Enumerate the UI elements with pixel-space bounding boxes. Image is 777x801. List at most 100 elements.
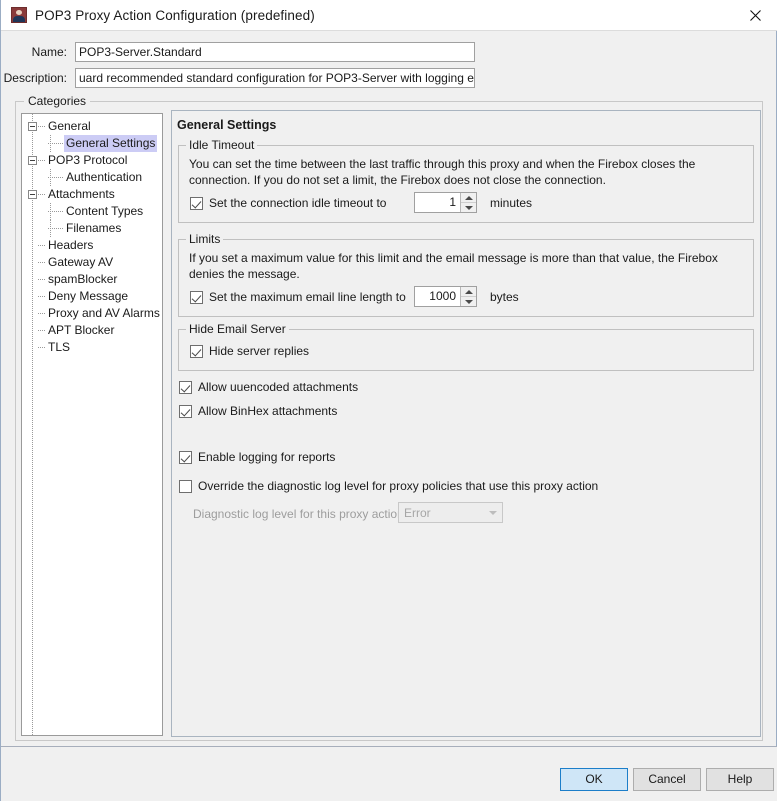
idle-timeout-legend: Idle Timeout [186,138,258,152]
enable-logging-checkbox[interactable]: Enable logging for reports [179,450,335,464]
page-title: General Settings [177,118,277,132]
allow-binhex-checkbox[interactable]: Allow BinHex attachments [179,404,337,418]
checkbox-indicator [190,196,203,210]
close-icon[interactable] [733,0,777,30]
window-title: POP3 Proxy Action Configuration (predefi… [35,7,315,23]
description-label: Description: [3,71,67,85]
limits-checkbox[interactable]: Set the maximum email line length to [190,290,406,304]
tree-item-label: spamBlocker [48,272,118,286]
cancel-button[interactable]: Cancel [633,768,701,791]
categories-tree[interactable]: General General Settings POP3 Protocol Auth… [21,113,163,736]
tree-item-general-settings[interactable]: General Settings [22,135,162,152]
tree-connector-line [48,177,63,178]
tree-item-attachments[interactable]: Attachments [22,186,162,203]
hide-email-server-legend: Hide Email Server [186,322,289,336]
tree-connector-line [38,262,45,263]
tree-item-pop3-protocol[interactable]: POP3 Protocol [22,152,162,169]
diagnostic-log-level-select: Error [398,502,503,523]
limits-group: Limits If you set a maximum value for th… [178,232,754,317]
tree-expander-icon[interactable] [28,190,37,199]
name-input[interactable]: POP3-Server.Standard [75,42,475,62]
checkbox-indicator [179,404,192,418]
ok-button[interactable]: OK [560,768,628,791]
tree-item-proxy-and-av-alarms[interactable]: Proxy and AV Alarms [22,305,162,322]
tree-connector-line [38,126,45,127]
tree-connector-line [38,160,45,161]
tree-item-label: Headers [48,238,94,252]
checkbox-indicator [179,380,192,394]
tree-connector-line [38,330,45,331]
tree-item-apt-blocker[interactable]: APT Blocker [22,322,162,339]
spinner-down-icon[interactable] [461,203,476,212]
chevron-down-icon [484,511,502,515]
tree-connector-line [48,211,63,212]
limits-value[interactable]: 1000 [415,287,460,306]
spinner-buttons [460,287,476,306]
limits-spinner[interactable]: 1000 [414,286,477,307]
description-row: Description: uard recommended standard c… [1,68,475,88]
override-diagnostic-checkbox[interactable]: Override the diagnostic log level for pr… [179,479,598,493]
checkbox-indicator [190,344,203,358]
tree-item-general[interactable]: General [22,118,162,135]
diagnostic-log-level-value: Error [404,505,431,520]
tree-connector-line [48,228,63,229]
tree-item-label: Deny Message [48,289,129,303]
spinner-up-icon[interactable] [461,287,476,297]
idle-timeout-checkbox[interactable]: Set the connection idle timeout to [190,196,386,210]
tree-item-label: Proxy and AV Alarms [48,306,160,320]
enable-logging-label: Enable logging for reports [198,450,336,464]
hide-email-server-group: Hide Email Server Hide server replies [178,322,754,371]
tree-item-label: Gateway AV [48,255,114,269]
tree-connector-line [48,143,63,144]
tree-expander-icon[interactable] [28,122,37,131]
allow-uuencoded-checkbox[interactable]: Allow uuencoded attachments [179,380,358,394]
tree-item-label: POP3 Protocol [48,153,128,167]
tree-connector-line [38,347,45,348]
idle-timeout-unit: minutes [490,196,533,210]
spinner-down-icon[interactable] [461,297,476,306]
limits-unit: bytes [490,290,519,304]
limits-description: If you set a maximum value for this limi… [189,251,718,281]
tree-item-authentication[interactable]: Authentication [22,169,162,186]
tree-item-tls[interactable]: TLS [22,339,162,356]
hide-server-replies-checkbox[interactable]: Hide server replies [190,344,309,358]
tree-connector-line [38,194,45,195]
limits-checkbox-label: Set the maximum email line length to [209,290,406,304]
idle-timeout-description: You can set the time between the last tr… [189,157,696,187]
idle-timeout-spinner[interactable]: 1 [414,192,477,213]
tree-item-label: General [48,119,91,133]
tree-item-deny-message[interactable]: Deny Message [22,288,162,305]
proxy-action-icon [11,7,27,23]
spinner-buttons [460,193,476,212]
description-input[interactable]: uard recommended standard configuration … [75,68,475,88]
footer-bar: OK Cancel Help [1,747,777,801]
name-row: Name: POP3-Server.Standard [1,42,475,62]
tree-item-spamblocker[interactable]: spamBlocker [22,271,162,288]
tree-node-list: General General Settings POP3 Protocol Auth… [22,118,162,356]
tree-connector-line [38,245,45,246]
tree-connector-line [38,296,45,297]
title-bar: POP3 Proxy Action Configuration (predefi… [1,0,777,31]
tree-item-label: General Settings [64,135,158,152]
spinner-up-icon[interactable] [461,193,476,203]
override-diagnostic-label: Override the diagnostic log level for pr… [198,479,599,493]
checkbox-indicator [190,290,203,304]
tree-item-headers[interactable]: Headers [22,237,162,254]
checkbox-indicator [179,450,192,464]
tree-expander-icon[interactable] [28,156,37,165]
tree-item-filenames[interactable]: Filenames [22,220,162,237]
help-button[interactable]: Help [706,768,774,791]
tree-item-gateway-av[interactable]: Gateway AV [22,254,162,271]
tree-item-label: Content Types [66,204,144,218]
tree-item-content-types[interactable]: Content Types [22,203,162,220]
tree-item-label: TLS [48,340,71,354]
hide-server-replies-label: Hide server replies [209,344,310,358]
allow-uuencoded-label: Allow uuencoded attachments [198,380,359,394]
diagnostic-log-level-label: Diagnostic log level for this proxy acti… [193,507,404,521]
limits-legend: Limits [186,232,224,246]
allow-binhex-label: Allow BinHex attachments [198,404,338,418]
tree-item-label: Authentication [66,170,143,184]
tree-connector-line [38,279,45,280]
tree-item-label: Filenames [66,221,122,235]
idle-timeout-value[interactable]: 1 [415,193,460,212]
